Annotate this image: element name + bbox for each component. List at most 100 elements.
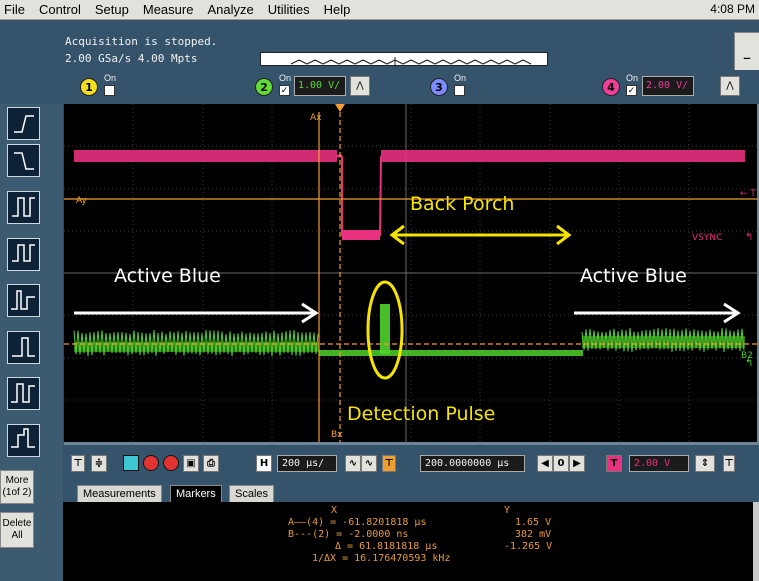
pulse-width-icon <box>8 192 39 223</box>
channel-row: 1 On 2 On ✓ 1.00 V/ ⋀ 3 On 4 On ✓ 2.00 V… <box>0 70 759 104</box>
readout-delta-x: Δ = 61.8181818 µs <box>335 541 437 552</box>
channel-2-badge[interactable]: 2 <box>255 78 273 96</box>
trigger-level-field[interactable]: 2.00 V <box>629 455 689 472</box>
vsync-label: VSYNC <box>692 233 722 243</box>
menu-control[interactable]: Control <box>32 2 88 17</box>
minimize-button[interactable]: _ <box>734 32 759 74</box>
more-button[interactable]: More (1of 2) <box>0 470 34 504</box>
glitch-trigger-button[interactable] <box>7 238 40 271</box>
channel-3-badge[interactable]: 3 <box>430 78 448 96</box>
readout-delta-y: -1.265 V <box>504 541 552 552</box>
more-label: More <box>1 475 33 487</box>
readout-a-x: A——(4) = -61.8201818 µs <box>288 517 426 528</box>
falling-edge-icon <box>8 145 39 176</box>
back-porch-label: Back Porch <box>410 193 514 215</box>
tab-measurements[interactable]: Measurements <box>77 485 162 502</box>
channel-3-checkbox[interactable] <box>454 85 465 96</box>
channel-3-on-label: On <box>454 73 466 83</box>
channel-1-badge[interactable]: 1 <box>80 78 98 96</box>
channel-2-scale[interactable]: 1.00 V/ <box>294 76 346 96</box>
readout-x-header: X <box>331 505 337 516</box>
active-blue-right-label: Active Blue <box>580 265 687 287</box>
delete-label: Delete <box>1 518 33 530</box>
delete-all-button[interactable]: Delete All <box>0 512 34 548</box>
setup-hold-icon <box>8 425 39 456</box>
trigger-t-label[interactable]: T <box>606 455 622 472</box>
ch4-ground-marker-icon: ↰ <box>745 232 753 243</box>
nav-zero-button[interactable]: 0 <box>553 455 569 472</box>
run-control-icon[interactable] <box>123 455 139 471</box>
channel-2-checkbox[interactable]: ✓ <box>279 85 290 96</box>
tab-markers[interactable]: Markers <box>170 485 222 502</box>
horizontal-controls: ⊤ ≑ ▣ ⎙ H 200 µs/ ∿ ∿ ⊤ 200.0000000 µs ◀… <box>63 445 759 480</box>
transition-trigger-button[interactable] <box>7 377 40 410</box>
setup-hold-trigger-button[interactable] <box>7 424 40 457</box>
channel-2-on-label: On <box>279 73 291 83</box>
trigger-level-spinner-icon[interactable]: ⇕ <box>695 455 715 472</box>
readout-b-x: B---(2) = -2.0000 ns <box>288 529 408 540</box>
wave-icon[interactable]: ∿ <box>361 455 377 472</box>
readout-inverse-delta: 1/ΔX = 16.176470593 kHz <box>312 553 450 564</box>
channel-4-checkbox[interactable]: ✓ <box>626 85 637 96</box>
stop-icon[interactable] <box>143 455 159 471</box>
channel-4-scale[interactable]: 2.00 V/ <box>642 76 694 96</box>
menu-utilities[interactable]: Utilities <box>261 2 317 17</box>
waveform-display[interactable]: Ax Ay Bx ← T VSYNC ↰ B2 ↰ Back Porch Det… <box>63 104 757 442</box>
readout-b-y: 382 mV <box>515 529 551 540</box>
menu-measure[interactable]: Measure <box>136 2 201 17</box>
rising-edge-icon <box>8 108 39 139</box>
readout-y-header: Y <box>504 505 510 516</box>
menu-help[interactable]: Help <box>317 2 358 17</box>
channel-1-on-label: On <box>104 73 116 83</box>
screenshot-icon[interactable]: ▣ <box>183 455 199 472</box>
menu-setup[interactable]: Setup <box>88 2 136 17</box>
right-arrow-icon[interactable]: ▶ <box>569 455 585 472</box>
menu-bar: File Control Setup Measure Analyze Utili… <box>0 0 759 20</box>
falling-edge-trigger-button[interactable] <box>7 144 40 177</box>
overview-wave-icon <box>261 56 547 68</box>
tab-scales[interactable]: Scales <box>229 485 274 502</box>
acquisition-overview[interactable] <box>260 52 548 66</box>
active-blue-left-label: Active Blue <box>114 265 221 287</box>
channel-1-checkbox[interactable] <box>104 85 115 96</box>
ch2-ground-marker-icon: ↰ <box>745 358 753 369</box>
channel-4-badge[interactable]: 4 <box>602 78 620 96</box>
left-arrow-icon[interactable]: ◀ <box>537 455 553 472</box>
waveform-canvas: Ax Ay Bx ← T VSYNC ↰ B2 ↰ Back Porch Det… <box>64 104 758 442</box>
readout-a-y: 1.65 V <box>515 517 551 528</box>
delay-marker-icon[interactable]: ⊤ <box>382 455 396 472</box>
menu-analyze[interactable]: Analyze <box>200 2 260 17</box>
trigger-marker-icon[interactable]: ⊤ <box>723 455 735 472</box>
left-toolbar: More (1of 2) Delete All <box>0 104 64 581</box>
trigger-level-label: ← T <box>740 189 756 199</box>
menu-file[interactable]: File <box>0 2 32 17</box>
print-icon[interactable]: ⎙ <box>203 455 219 472</box>
marker-ax-label: Ax <box>310 113 322 123</box>
single-icon[interactable] <box>163 455 179 471</box>
more-page-label: (1of 2) <box>1 487 33 499</box>
runt-trigger-button[interactable] <box>7 284 40 317</box>
trigger-spinner-icon[interactable]: ≑ <box>91 455 107 472</box>
channel-2-spinner-icon[interactable]: ⋀ <box>350 76 370 96</box>
oscilloscope-app: File Control Setup Measure Analyze Utili… <box>0 0 759 581</box>
runt-icon <box>8 285 39 316</box>
marker-bx-label: Bx <box>331 430 343 440</box>
readout-scrollbar[interactable] <box>753 502 759 581</box>
horizontal-h-label[interactable]: H <box>256 455 272 472</box>
marker-ay-label: Ay <box>76 196 88 206</box>
status-bar: Acquisition is stopped. 2.00 GSa/s 4.00 … <box>0 20 759 70</box>
sample-rate-depth: 2.00 GSa/s 4.00 Mpts <box>65 52 197 65</box>
channel-4-spinner-icon[interactable]: ⋀ <box>720 76 740 96</box>
rising-edge-trigger-button[interactable] <box>7 107 40 140</box>
timebase-field[interactable]: 200 µs/ <box>277 455 337 472</box>
trigger-mode-icon[interactable]: ⊤ <box>71 455 85 472</box>
channel-4-on-label: On <box>626 73 638 83</box>
zoom-icon[interactable]: ∿ <box>345 455 361 472</box>
tab-strip: Measurements Markers Scales <box>63 480 759 502</box>
all-label: All <box>1 530 33 542</box>
timeout-trigger-button[interactable] <box>7 331 40 364</box>
glitch-icon <box>8 239 39 270</box>
horizontal-position-field[interactable]: 200.0000000 µs <box>420 455 525 472</box>
detection-pulse-label: Detection Pulse <box>347 403 495 425</box>
pulse-width-trigger-button[interactable] <box>7 191 40 224</box>
